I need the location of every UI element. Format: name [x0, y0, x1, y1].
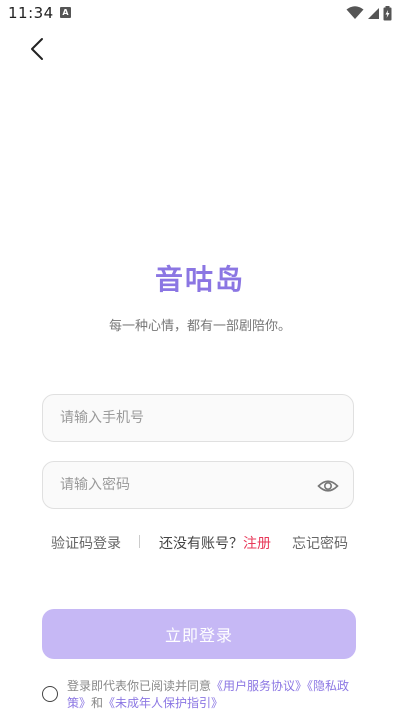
a-notification-icon: A — [60, 7, 71, 18]
no-account-text: 还没有账号？ — [159, 536, 243, 552]
status-time: 11:34 — [8, 4, 54, 22]
app-title: 音咕岛 — [154, 263, 245, 296]
auth-links-row: 验证码登录 还没有账号？注册 忘记密码 — [0, 533, 400, 553]
eye-icon[interactable] — [317, 475, 339, 497]
agreement-prefix: 登录即代表你已阅读并同意 — [67, 679, 212, 693]
login-button[interactable]: 立即登录 — [42, 609, 356, 659]
chevron-left-icon — [31, 38, 43, 60]
agreement-and: 和 — [91, 696, 104, 710]
register-link[interactable]: 注册 — [243, 536, 271, 552]
battery-icon — [383, 5, 392, 20]
status-icons — [346, 4, 392, 22]
code-login-link[interactable]: 验证码登录 — [51, 533, 121, 553]
phone-field[interactable] — [42, 394, 354, 442]
minor-guide-link[interactable]: 《未成年人保护指引》 — [103, 696, 223, 710]
wifi-icon — [346, 6, 364, 19]
phone-input[interactable] — [43, 395, 353, 441]
signal-icon — [368, 7, 379, 19]
app-slogan: 每一种心情，都有一部剧陪你。 — [108, 319, 291, 334]
agreement-checkbox[interactable] — [42, 686, 58, 702]
password-field[interactable] — [42, 461, 354, 509]
user-agreement-link[interactable]: 《用户服务协议》 — [211, 679, 307, 693]
back-button[interactable] — [22, 34, 52, 64]
forgot-password-link[interactable]: 忘记密码 — [292, 533, 348, 553]
no-account-prompt: 还没有账号？注册 — [159, 533, 271, 553]
status-bar: 11:34 A — [0, 0, 400, 28]
divider — [139, 535, 140, 548]
password-input[interactable] — [43, 462, 353, 508]
agreement-text: 登录即代表你已阅读并同意《用户服务协议》《隐私政策》和《未成年人保护指引》 — [67, 678, 357, 712]
